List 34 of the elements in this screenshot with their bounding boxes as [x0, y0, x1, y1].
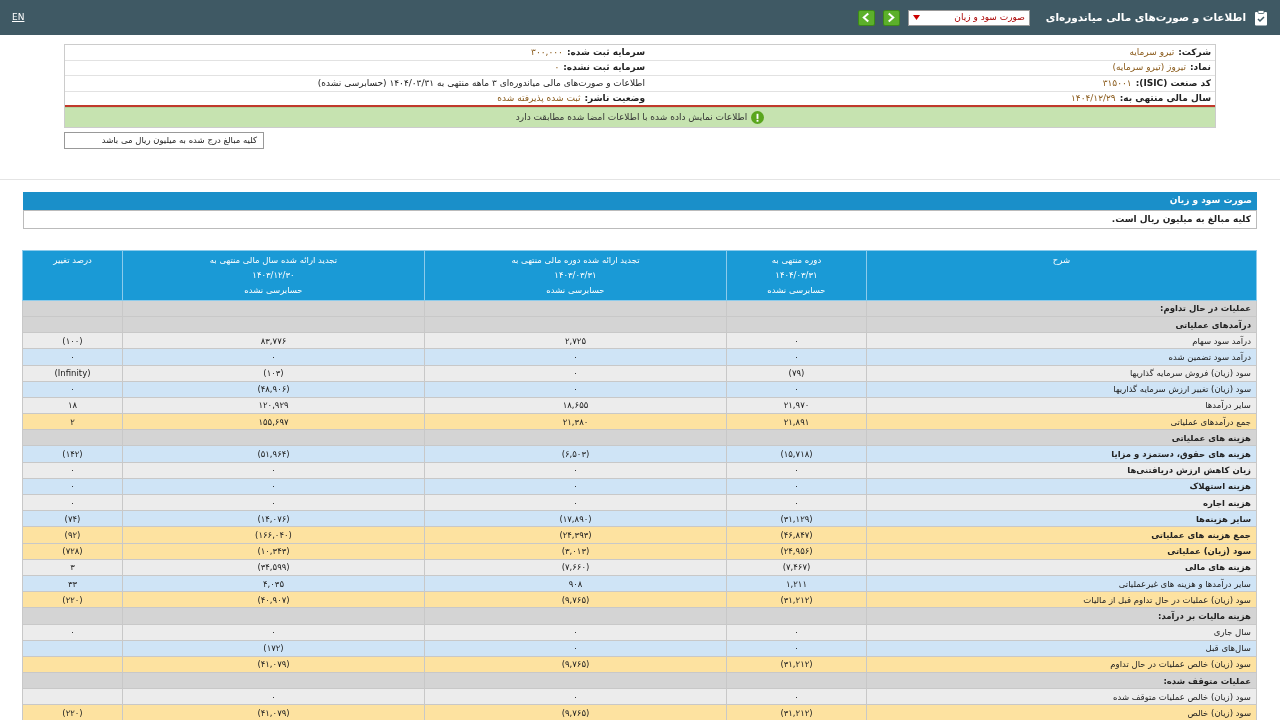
page-title: اطلاعات و صورت‌های مالی میاندوره‌ای: [1045, 9, 1246, 26]
column-header: تجدید ارائه شده دوره مالی منتهی به ۱۴۰۳/۰۳/۳۱ حسابرسی نشده: [424, 250, 727, 301]
chevron-icon: [861, 12, 872, 23]
verification-notice: اطلاعات نمایش داده شده با اطلاعات امضا شده مطابقت دارد: [515, 110, 748, 124]
report-select[interactable]: صورت سود و زیان: [907, 9, 1030, 26]
previous-button[interactable]: [857, 9, 875, 26]
amounts-note: کلیه مبالغ درج شده به میلیون ریال می باشد: [64, 132, 264, 149]
field-value: تیرو سرمایه: [1129, 45, 1175, 59]
section-title: صورت سود و زیان: [23, 191, 1257, 210]
field-value: ثبت شده پذیرفته شده: [497, 91, 581, 105]
field-label: سرمایه ثبت نشده:: [563, 61, 645, 75]
column-header: دوره منتهی به ۱۴۰۴/۰۳/۳۱ حسابرسی نشده: [726, 250, 867, 301]
field-label: نماد:: [1190, 61, 1211, 74]
field-value: ۱۴۰۴/۱۲/۲۹: [1070, 91, 1116, 105]
next-button[interactable]: [882, 9, 900, 26]
column-header: درصد تغییر: [22, 250, 123, 301]
chevron-icon: [886, 12, 897, 23]
field-value: تیروز (تیرو سرمایه): [1112, 61, 1186, 74]
field-value: ۰: [554, 61, 560, 74]
field-label: شرکت:: [1178, 45, 1211, 59]
info-icon: [751, 111, 765, 124]
language-link[interactable]: EN: [12, 10, 25, 25]
field-label: سرمایه ثبت شده:: [566, 45, 645, 59]
report-description: اطلاعات و صورت‌های مالی میاندوره‌ای ۳ ماهه منتهی به ۱۴۰۴/۰۳/۳۱ (حسابرسی نشده): [317, 76, 645, 90]
caret-icon: [912, 15, 920, 20]
column-header: تجدید ارائه شده سال مالی منتهی به ۱۴۰۳/۱۲/۳۰ حسابرسی نشده: [122, 250, 425, 301]
column-header: شرح: [866, 250, 1257, 301]
clipboard-icon: [1254, 9, 1268, 26]
field-value: ۳۰۰,۰۰۰: [531, 45, 563, 59]
field-label: وضعیت ناشر:: [584, 91, 645, 105]
unit-note: کلیه مبالغ به میلیون ریال است.: [23, 209, 1257, 229]
field-label: کد صنعت (ISIC):: [1135, 76, 1211, 90]
field-label: سال مالی منتهی به:: [1119, 91, 1211, 105]
field-value: ۳۱۵۰۰۱: [1102, 76, 1132, 90]
